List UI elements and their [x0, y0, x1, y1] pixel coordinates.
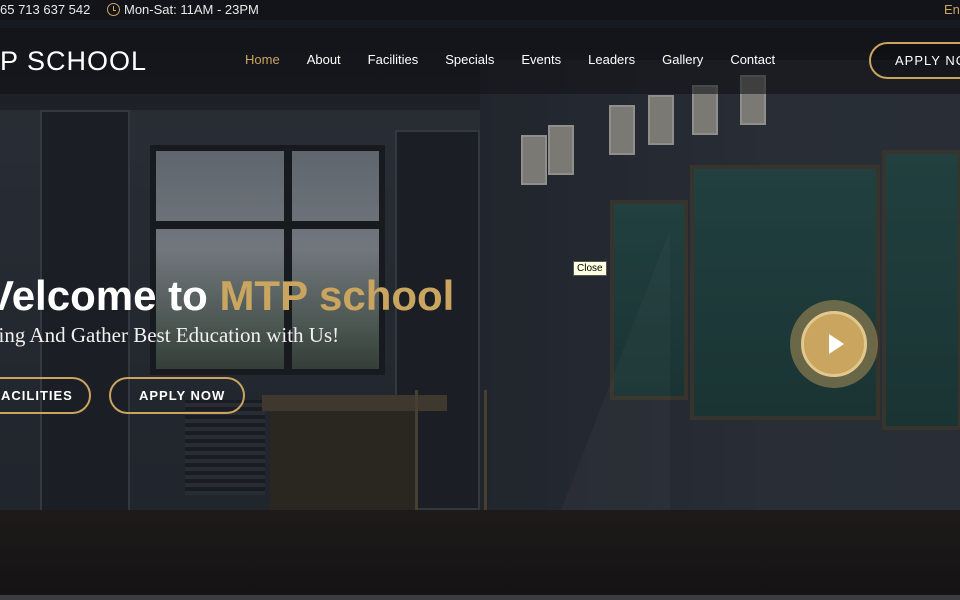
opening-hours-text: Mon-Sat: 11AM - 23PM [124, 2, 259, 17]
nav-contact[interactable]: Contact [730, 52, 775, 67]
play-video-button[interactable] [801, 311, 867, 377]
phone-number: 65 713 637 542 [0, 2, 91, 17]
main-nav: Home About Facilities Specials Events Le… [245, 52, 802, 67]
nav-leaders[interactable]: Leaders [588, 52, 635, 67]
hero-title: Velcome to MTP school [0, 272, 454, 320]
hero-subtitle: ning And Gather Best Education with Us! [0, 323, 340, 347]
nav-about[interactable]: About [307, 52, 341, 67]
play-icon [829, 334, 844, 354]
nav-gallery[interactable]: Gallery [662, 52, 703, 67]
close-tooltip: Close [573, 261, 607, 276]
opening-hours: Mon-Sat: 11AM - 23PM [107, 2, 259, 17]
language-selector[interactable]: En [944, 2, 960, 17]
hero-title-prefix: Velcome to [0, 272, 208, 319]
nav-events[interactable]: Events [521, 52, 561, 67]
main-header: P SCHOOL Home About Facilities Specials … [0, 28, 960, 94]
apply-now-button[interactable]: APPLY NOW [109, 377, 245, 414]
hero-title-accent: MTP school [219, 272, 455, 319]
nav-facilities[interactable]: Facilities [368, 52, 419, 67]
apply-now-header-button[interactable]: APPLY NO [869, 42, 960, 79]
site-logo[interactable]: P SCHOOL [0, 46, 147, 77]
bottom-divider [0, 595, 960, 600]
nav-home[interactable]: Home [245, 52, 280, 67]
nav-specials[interactable]: Specials [445, 52, 494, 67]
clock-icon [107, 3, 120, 16]
top-info-bar: 65 713 637 542 Mon-Sat: 11AM - 23PM En [0, 0, 960, 20]
facilities-button[interactable]: ACILITIES [0, 377, 91, 414]
